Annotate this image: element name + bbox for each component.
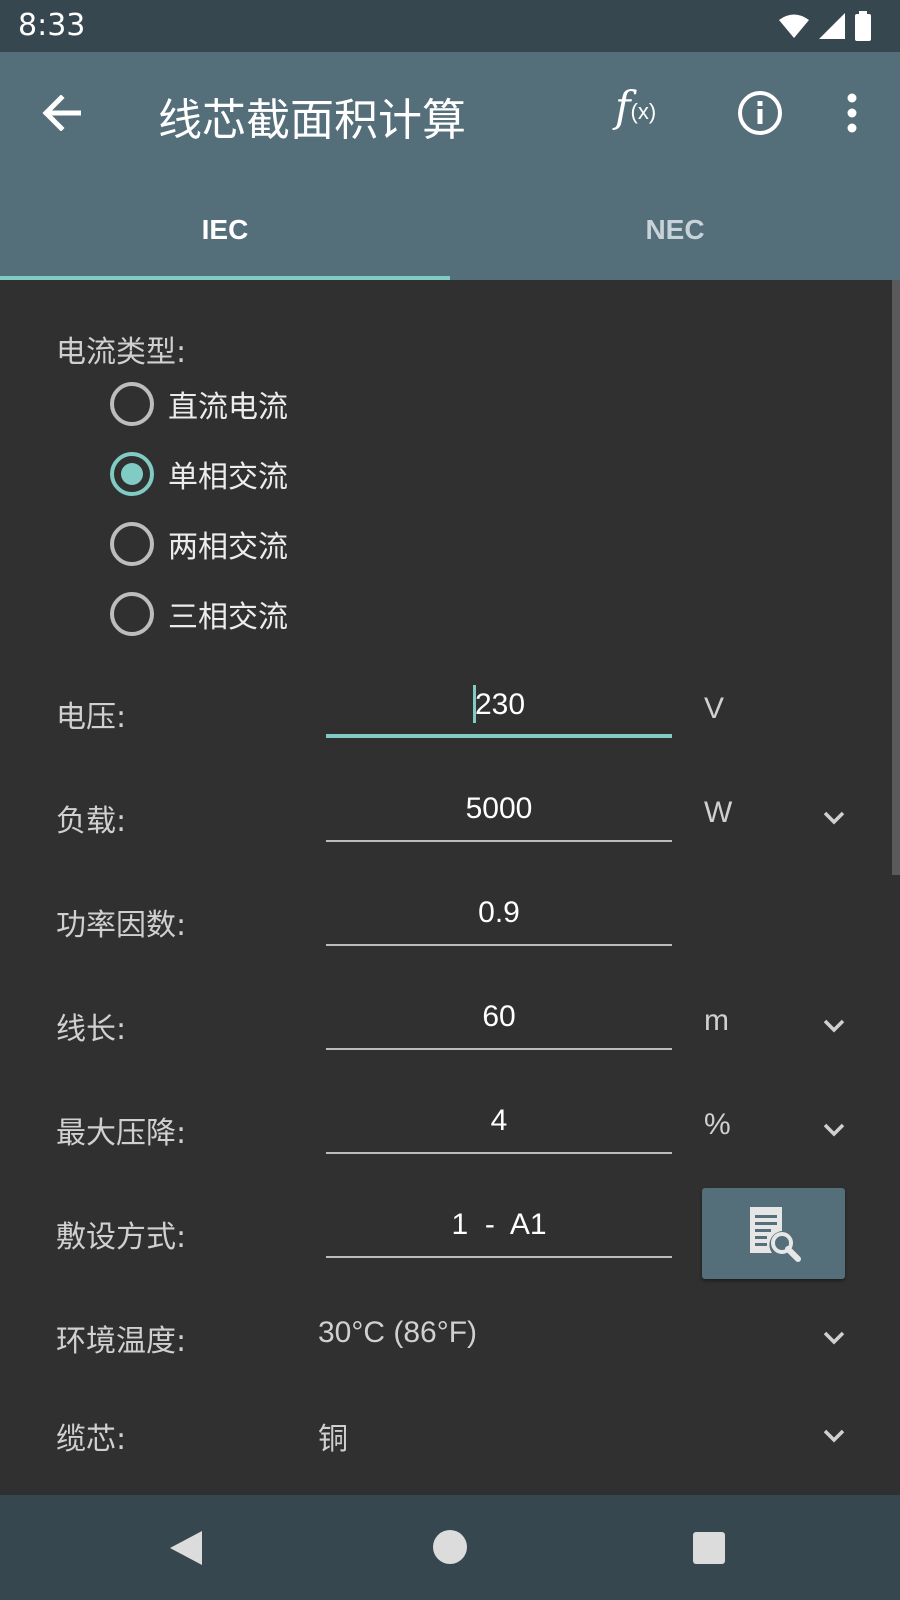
radio-single-phase[interactable]: 单相交流 <box>110 450 288 498</box>
conductor-label: 缆芯: <box>56 1422 127 1457</box>
load-input[interactable]: 5000 <box>326 782 672 842</box>
voltage-value: 230 <box>474 688 526 721</box>
radio-label: 两相交流 <box>168 530 288 565</box>
max-drop-row: 最大压降: 4 % <box>0 1094 900 1164</box>
load-unit[interactable]: W <box>704 796 732 830</box>
text-cursor <box>472 685 476 724</box>
length-unit[interactable]: m <box>704 1004 729 1038</box>
ambient-temp-row[interactable]: 环境温度: 30°C (86°F) <box>0 1302 900 1372</box>
info-icon <box>738 91 782 135</box>
power-factor-label: 功率因数: <box>56 908 187 943</box>
voltage-unit: V <box>704 692 725 725</box>
chevron-down-icon[interactable] <box>818 1114 850 1146</box>
page-title: 线芯截面积计算 <box>158 95 466 146</box>
ambient-temp-select[interactable]: 30°C (86°F) <box>318 1316 477 1350</box>
voltage-label: 电压: <box>56 700 127 735</box>
app-bar: 线芯截面积计算 f(x) <box>0 52 900 180</box>
more-vert-icon <box>847 93 857 133</box>
ambient-temp-label: 环境温度: <box>56 1324 187 1359</box>
radio-circle-checked[interactable] <box>110 452 154 496</box>
current-type-label: 电流类型: <box>56 335 187 370</box>
length-row: 线长: 60 m <box>0 990 900 1060</box>
function-button[interactable]: f(x) <box>615 82 675 138</box>
chevron-down-icon[interactable] <box>818 1420 850 1452</box>
table-search-icon <box>749 1206 801 1262</box>
max-drop-input[interactable]: 4 <box>326 1094 672 1154</box>
nav-home-icon[interactable] <box>433 1530 467 1564</box>
voltage-row: 电压: 230 V <box>0 678 900 748</box>
chevron-down-icon[interactable] <box>818 1322 850 1354</box>
status-icons <box>778 10 872 42</box>
system-nav-bar <box>0 1495 900 1600</box>
battery-icon <box>855 11 871 41</box>
function-icon-sub: (x) <box>630 99 657 124</box>
radio-three-phase[interactable]: 三相交流 <box>110 590 288 638</box>
tab-bar: IEC NEC <box>0 180 900 280</box>
voltage-input[interactable]: 230 <box>326 678 672 738</box>
chevron-down-icon[interactable] <box>818 1010 850 1042</box>
power-factor-row: 功率因数: 0.9 <box>0 886 900 956</box>
power-factor-input[interactable]: 0.9 <box>326 886 672 946</box>
more-options-button[interactable] <box>830 88 874 138</box>
radio-label: 直流电流 <box>168 390 288 425</box>
radio-two-phase[interactable]: 两相交流 <box>110 520 288 568</box>
signal-icon <box>819 13 845 39</box>
status-bar: 8:33 <box>0 0 900 52</box>
back-arrow-icon <box>42 95 81 131</box>
install-method-lookup-button[interactable] <box>702 1188 845 1279</box>
back-button[interactable] <box>36 88 86 138</box>
length-input[interactable]: 60 <box>326 990 672 1050</box>
tab-nec[interactable]: NEC <box>450 180 900 280</box>
radio-circle[interactable] <box>110 382 154 426</box>
radio-circle[interactable] <box>110 522 154 566</box>
install-method-label: 敷设方式: <box>56 1220 187 1255</box>
length-label: 线长: <box>56 1012 127 1047</box>
max-drop-unit[interactable]: % <box>704 1108 731 1142</box>
info-button[interactable] <box>735 88 785 138</box>
install-method-input[interactable]: 1 - A1 <box>326 1198 672 1258</box>
tab-iec[interactable]: IEC <box>0 180 450 280</box>
radio-label: 单相交流 <box>168 460 288 495</box>
max-drop-label: 最大压降: <box>56 1116 187 1151</box>
radio-label: 三相交流 <box>168 600 288 635</box>
nav-recents-icon[interactable] <box>693 1532 725 1564</box>
conductor-row[interactable]: 缆芯: 铜 <box>0 1400 900 1470</box>
conductor-select[interactable]: 铜 <box>318 1414 348 1458</box>
wifi-icon <box>779 14 809 38</box>
radio-circle[interactable] <box>110 592 154 636</box>
load-row: 负载: 5000 W <box>0 782 900 852</box>
nav-back-icon[interactable] <box>168 1529 204 1567</box>
load-label: 负载: <box>56 804 127 839</box>
status-time: 8:33 <box>18 8 86 43</box>
chevron-down-icon[interactable] <box>818 802 850 834</box>
radio-dc[interactable]: 直流电流 <box>110 380 288 428</box>
function-icon: f <box>615 82 631 131</box>
